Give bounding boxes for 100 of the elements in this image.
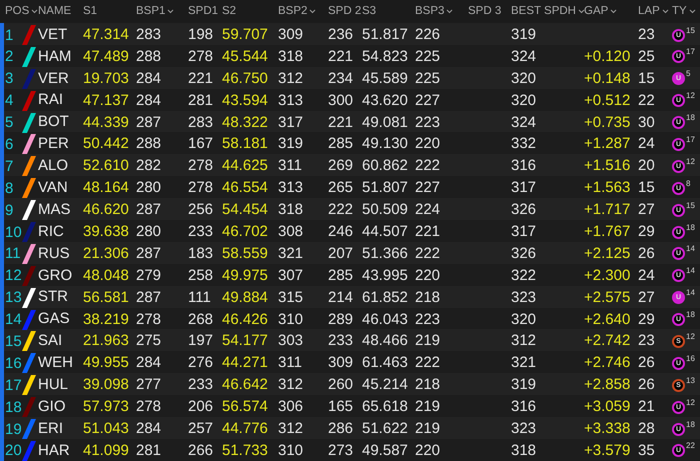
table-cell: 197 bbox=[188, 332, 214, 350]
table-cell: 227 bbox=[415, 179, 440, 196]
column-header[interactable]: BSP2 bbox=[278, 2, 316, 20]
table-cell: 44.507 bbox=[362, 223, 408, 240]
table-cell: +2.746 bbox=[584, 354, 630, 372]
table-cell: 278 bbox=[188, 179, 214, 196]
table-cell: 319 bbox=[278, 135, 304, 152]
table-cell: 318 bbox=[278, 201, 304, 218]
table-cell: 167 bbox=[188, 135, 214, 152]
tyre-laps: 12 bbox=[686, 332, 695, 341]
column-header[interactable]: NAME bbox=[38, 2, 72, 20]
table-cell: 303 bbox=[278, 332, 304, 350]
table-cell: +2.125 bbox=[584, 244, 630, 262]
table-cell: 287 bbox=[136, 114, 162, 131]
column-header[interactable]: GAP bbox=[584, 2, 618, 20]
table-cell: 220 bbox=[415, 266, 440, 284]
table-cell: 221 bbox=[188, 70, 214, 87]
table-cell: 51.733 bbox=[222, 442, 268, 459]
driver-name: WEH bbox=[38, 353, 74, 374]
table-cell: 49.130 bbox=[362, 135, 408, 152]
table-cell: 43.594 bbox=[222, 92, 268, 109]
table-cell: 56.574 bbox=[222, 398, 268, 416]
table-cell: 276 bbox=[188, 354, 214, 372]
table-cell: 265 bbox=[328, 179, 354, 196]
table-cell: +1.717 bbox=[584, 201, 630, 218]
table-cell: 317 bbox=[511, 223, 536, 240]
column-header[interactable]: TY bbox=[672, 2, 696, 20]
table-cell: 282 bbox=[136, 157, 162, 174]
table-cell: 26 bbox=[638, 244, 655, 262]
column-header[interactable]: LAP bbox=[638, 2, 669, 20]
column-header[interactable]: S2 bbox=[222, 2, 236, 20]
table-cell: 51.622 bbox=[362, 420, 408, 438]
table-cell: 278 bbox=[188, 157, 214, 174]
table-cell: 309 bbox=[278, 26, 304, 43]
table-cell: 278 bbox=[136, 310, 162, 328]
table-cell: 39.098 bbox=[83, 376, 129, 394]
table-cell: 319 bbox=[511, 376, 536, 394]
table-cell: 307 bbox=[278, 266, 304, 284]
table-cell: 45.214 bbox=[362, 376, 408, 394]
table-cell: 310 bbox=[278, 310, 304, 328]
table-cell: 284 bbox=[136, 70, 162, 87]
table-cell: 316 bbox=[511, 157, 536, 174]
column-header[interactable]: S1 bbox=[83, 2, 98, 20]
table-cell: 308 bbox=[278, 223, 304, 240]
table-cell: 269 bbox=[328, 157, 354, 174]
table-cell: 51.366 bbox=[362, 244, 408, 262]
table-cell: 285 bbox=[328, 266, 354, 284]
chevron-down-icon bbox=[578, 9, 585, 14]
table-cell: 49.955 bbox=[83, 354, 129, 372]
column-header[interactable]: SPD 3 bbox=[468, 2, 502, 20]
table-cell: 279 bbox=[136, 266, 162, 284]
driver-name: GAS bbox=[38, 309, 71, 330]
table-cell: 289 bbox=[328, 310, 354, 328]
table-cell: 278 bbox=[136, 398, 162, 416]
table-cell: 223 bbox=[415, 310, 440, 328]
table-cell: 28 bbox=[638, 420, 655, 438]
column-header[interactable]: BSP3 bbox=[415, 2, 454, 20]
table-cell: 59.707 bbox=[222, 26, 268, 43]
driver-name: PER bbox=[38, 134, 70, 154]
table-cell: 39.638 bbox=[83, 223, 129, 240]
table-cell: 286 bbox=[328, 420, 354, 438]
position-number: 16 bbox=[5, 356, 23, 371]
table-cell: 266 bbox=[188, 442, 214, 459]
table-cell: +2.858 bbox=[584, 376, 630, 394]
table-cell: +3.338 bbox=[584, 420, 630, 438]
table-cell: 221 bbox=[328, 114, 354, 131]
tyre-laps: 18 bbox=[686, 311, 695, 320]
table-cell: 47.137 bbox=[83, 92, 129, 109]
tyre-laps: 5 bbox=[686, 70, 690, 78]
table-cell: 20 bbox=[638, 157, 655, 174]
chevron-down-icon bbox=[31, 9, 38, 14]
table-cell: 41.099 bbox=[83, 442, 129, 459]
table-cell: 51.043 bbox=[83, 420, 129, 438]
table-cell: 46.702 bbox=[222, 223, 268, 240]
column-header[interactable]: BEST SPDH bbox=[511, 2, 585, 20]
table-cell: 288 bbox=[136, 48, 162, 65]
table-cell: 281 bbox=[188, 92, 214, 109]
column-header[interactable]: S3 bbox=[362, 2, 376, 20]
table-cell: 47.489 bbox=[83, 48, 129, 65]
table-cell: 285 bbox=[328, 135, 354, 152]
chevron-down-icon bbox=[167, 9, 174, 14]
table-cell: 283 bbox=[188, 114, 214, 131]
table-cell: 312 bbox=[511, 332, 536, 350]
table-cell: 58.181 bbox=[222, 135, 268, 152]
table-cell: 24 bbox=[638, 135, 655, 152]
column-header[interactable]: BSP1 bbox=[136, 2, 174, 20]
table-cell: 206 bbox=[188, 398, 214, 416]
driver-name: ERI bbox=[38, 418, 64, 439]
chevron-down-icon bbox=[446, 9, 454, 14]
table-cell: 277 bbox=[136, 376, 162, 394]
table-cell: 45.589 bbox=[362, 70, 408, 87]
position-number: 9 bbox=[5, 202, 14, 218]
table-cell: 214 bbox=[328, 288, 354, 306]
column-header[interactable]: POS bbox=[5, 2, 38, 20]
column-header[interactable]: SPD 2 bbox=[328, 2, 362, 20]
table-cell: 322 bbox=[511, 266, 536, 284]
table-cell: 61.852 bbox=[362, 288, 408, 306]
tyre-laps: 18 bbox=[686, 420, 695, 429]
column-header[interactable]: SPD1 bbox=[188, 2, 218, 20]
table-cell: +3.579 bbox=[584, 442, 630, 459]
